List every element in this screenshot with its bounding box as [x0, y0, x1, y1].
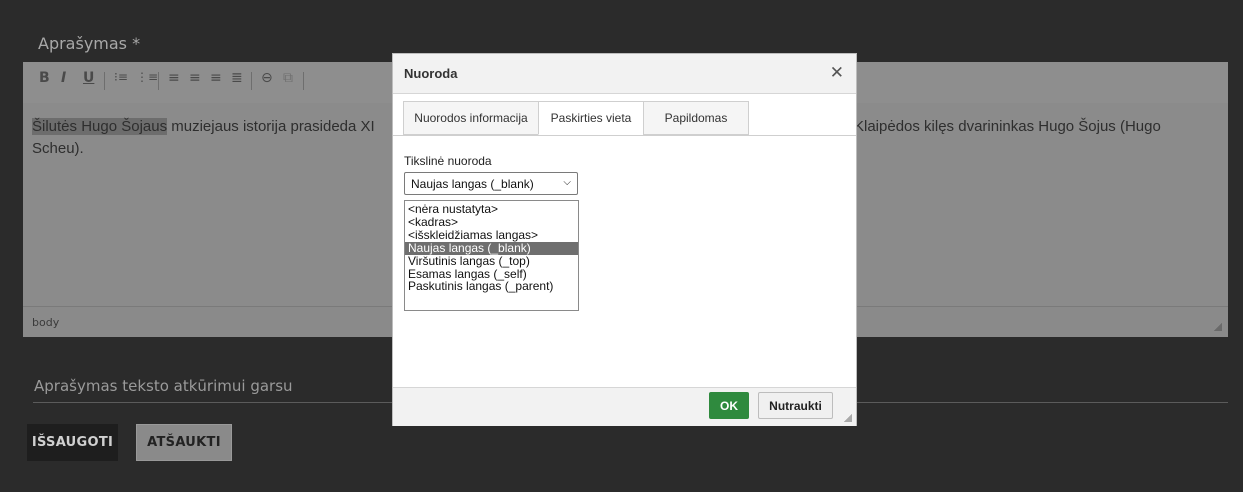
resize-grip-icon[interactable] — [1214, 323, 1222, 331]
tab-link-info[interactable]: Nuorodos informacija — [403, 101, 539, 135]
close-icon[interactable]: ✕ — [830, 63, 844, 83]
link-icon[interactable]: ⊖ — [261, 70, 273, 86]
chevron-down-icon: ⌵ — [563, 177, 571, 188]
dialog-title: Nuoroda — [404, 66, 458, 81]
underline-button[interactable]: U — [83, 70, 94, 86]
dropdown-option[interactable]: <kadras> — [405, 216, 578, 229]
unlink-icon[interactable]: ⧉ — [283, 70, 293, 86]
target-dropdown-list: <nėra nustatyta> <kadras> <išskleidžiama… — [404, 200, 579, 311]
audio-description-label: Aprašymas teksto atkūrimui garsu — [34, 377, 293, 395]
numbered-list-icon[interactable]: ⁝≡ — [114, 70, 128, 84]
cancel-button[interactable]: ATŠAUKTI — [136, 424, 232, 461]
align-right-icon[interactable]: ≡ — [210, 70, 222, 86]
link-dialog: Nuoroda ✕ Nuorodos informacija Paskirtie… — [392, 53, 857, 426]
toolbar-separator — [104, 72, 105, 90]
justify-icon[interactable]: ≣ — [231, 70, 243, 86]
toolbar-separator — [303, 72, 304, 90]
editor-text-part: muziejaus istorija prasideda XI — [167, 118, 375, 135]
tab-divider — [393, 135, 856, 136]
dropdown-option[interactable]: <išskleidžiamas langas> — [405, 228, 578, 242]
editor-text-line2: Scheu). — [32, 140, 84, 157]
align-left-icon[interactable]: ≡ — [168, 70, 180, 86]
bullet-list-icon[interactable]: ⋮≡ — [136, 70, 158, 84]
italic-button[interactable]: I — [61, 70, 66, 86]
dropdown-option[interactable]: <nėra nustatyta> — [405, 203, 578, 216]
target-label: Tikslinė nuoroda — [404, 154, 492, 168]
dropdown-option-selected[interactable]: Naujas langas (_blank) — [405, 241, 578, 255]
description-label: Aprašymas * — [38, 34, 141, 53]
dialog-resize-icon[interactable] — [844, 414, 852, 422]
ok-button[interactable]: OK — [709, 392, 749, 419]
target-select-value: Naujas langas (_blank) — [411, 177, 534, 191]
target-select[interactable]: Naujas langas (_blank) ⌵ — [404, 172, 578, 195]
editor-text-right: Klaipėdos kilęs dvarininkas Hugo Šojus (… — [854, 118, 1161, 135]
element-path[interactable]: body — [32, 316, 59, 329]
tab-target[interactable]: Paskirties vieta — [538, 101, 644, 135]
align-center-icon[interactable]: ≡ — [189, 70, 201, 86]
dialog-header[interactable]: Nuoroda ✕ — [393, 54, 856, 94]
save-button[interactable]: IŠSAUGOTI — [27, 424, 118, 461]
toolbar-separator — [251, 72, 252, 90]
selected-text: Šilutės Hugo Šojaus — [32, 118, 168, 135]
toolbar-separator — [158, 72, 159, 90]
dropdown-option[interactable]: Viršutinis langas (_top) — [405, 254, 578, 268]
tab-advanced[interactable]: Papildomas — [643, 101, 749, 135]
dropdown-option[interactable]: Paskutinis langas (_parent) — [405, 280, 578, 293]
bold-button[interactable]: B — [39, 70, 50, 86]
dialog-footer: OK Nutraukti — [393, 387, 856, 426]
dialog-cancel-button[interactable]: Nutraukti — [758, 392, 833, 419]
